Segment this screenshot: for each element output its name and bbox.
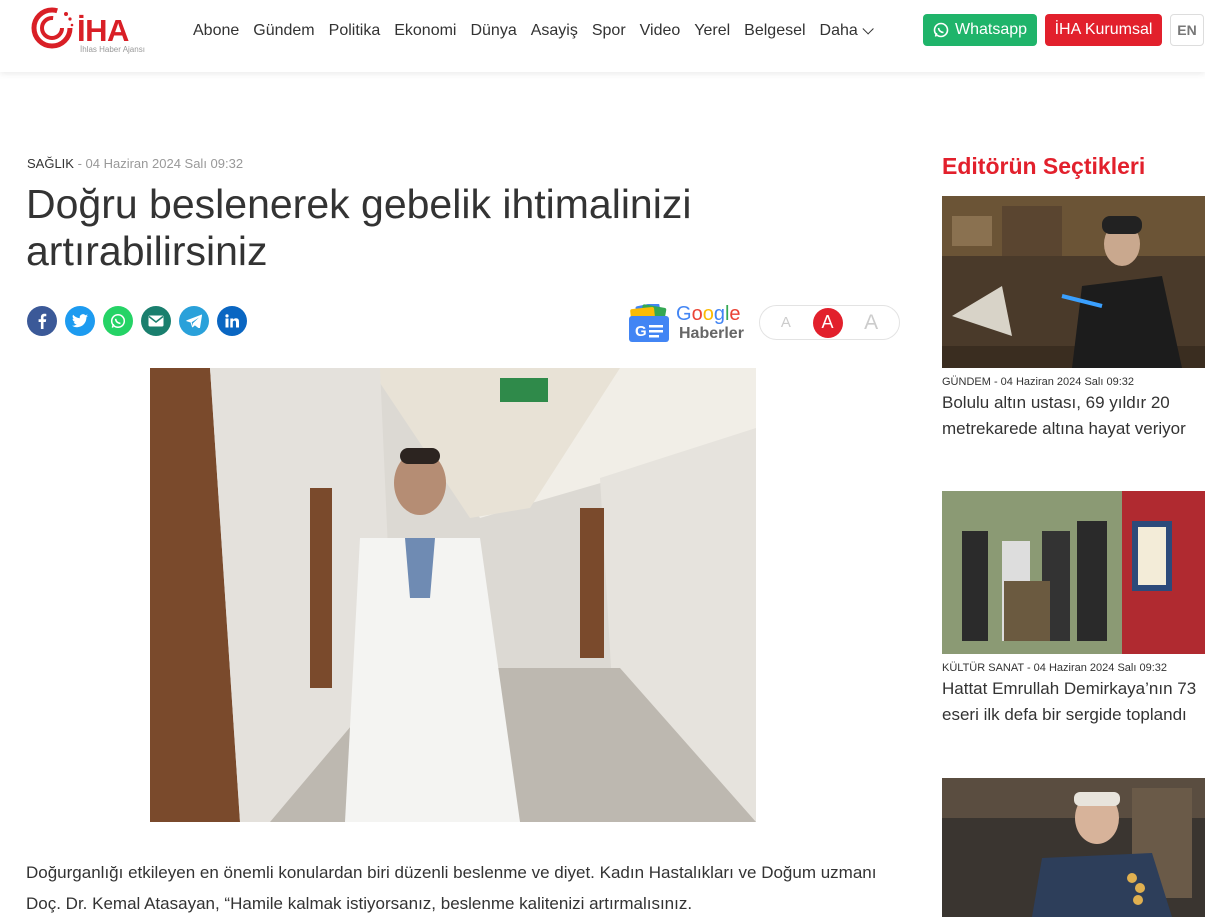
whatsapp-button[interactable]: Whatsapp (923, 14, 1037, 46)
share-bar (27, 306, 247, 336)
google-news-icon: G (629, 304, 669, 342)
linkedin-share-icon[interactable] (217, 306, 247, 336)
font-size-medium-button[interactable]: A (812, 307, 843, 338)
article-meta: SAĞLIK - 04 Haziran 2024 Salı 09:32 (27, 156, 243, 171)
chevron-down-icon (862, 23, 874, 35)
article-category[interactable]: SAĞLIK (27, 156, 74, 171)
whatsapp-label: Whatsapp (954, 21, 1028, 38)
editors-picks-title: Editörün Seçtikleri (942, 153, 1146, 179)
nav-asayis[interactable]: Asayiş (531, 21, 578, 41)
logo-text: İHA (77, 13, 129, 48)
article-photo-placeholder (150, 368, 756, 822)
font-size-small-button[interactable]: A (781, 314, 791, 331)
editors-pick-category: KÜLTÜR SANAT (942, 662, 1024, 674)
nav-abone[interactable]: Abone (193, 21, 239, 41)
font-size-control: A A A (759, 305, 900, 340)
nav-yerel[interactable]: Yerel (694, 21, 730, 41)
telegram-share-icon[interactable] (179, 306, 209, 336)
editors-pick-image (942, 491, 1205, 654)
editors-pick-card[interactable] (942, 778, 1205, 917)
nav-gundem[interactable]: Gündem (253, 21, 314, 41)
nav-politika[interactable]: Politika (329, 21, 381, 41)
language-button[interactable]: EN (1170, 14, 1204, 46)
editors-pick-meta: GÜNDEM - 04 Haziran 2024 Salı 09:32 (942, 376, 1205, 388)
editors-pick-card[interactable]: GÜNDEM - 04 Haziran 2024 Salı 09:32 Bolu… (942, 196, 1205, 442)
whatsapp-share-icon[interactable] (103, 306, 133, 336)
article-title: Doğru beslenerek gebelik ihtimalinizi ar… (26, 181, 692, 274)
site-header: İHA İhlas Haber Ajansı Abone Gündem Poli… (0, 0, 1205, 72)
editors-pick-image (942, 778, 1205, 917)
editors-pick-image (942, 196, 1205, 368)
email-share-icon[interactable] (141, 306, 171, 336)
article-date: - 04 Haziran 2024 Salı 09:32 (73, 156, 244, 171)
google-news-google: Google (676, 303, 741, 325)
nav-ekonomi[interactable]: Ekonomi (394, 21, 456, 41)
corporate-button[interactable]: İHA Kurumsal (1045, 14, 1162, 46)
svg-text:G: G (635, 323, 647, 340)
nav-video[interactable]: Video (640, 21, 681, 41)
editors-pick-card[interactable]: KÜLTÜR SANAT - 04 Haziran 2024 Salı 09:3… (942, 491, 1205, 728)
facebook-share-icon[interactable] (27, 306, 57, 336)
nav-more-label: Daha (819, 22, 858, 39)
font-size-large-button[interactable]: A (864, 311, 878, 335)
editors-pick-date: - 04 Haziran 2024 Salı 09:32 (990, 376, 1134, 388)
nav-dunya[interactable]: Dünya (470, 21, 516, 41)
nav-more-dropdown[interactable]: Daha (819, 21, 874, 41)
article-body: Doğurganlığı etkileyen en önemli konular… (26, 863, 877, 913)
main-nav: Abone Gündem Politika Ekonomi Dünya Asay… (193, 21, 884, 41)
iha-logo[interactable]: İHA İhlas Haber Ajansı (30, 6, 155, 56)
article-photo (150, 368, 756, 822)
twitter-share-icon[interactable] (65, 306, 95, 336)
logo-mark-icon (31, 7, 74, 49)
google-news-label: Haberler (679, 325, 744, 342)
logo-subtitle: İhlas Haber Ajansı (80, 45, 145, 54)
nav-belgesel[interactable]: Belgesel (744, 21, 805, 41)
editors-pick-title[interactable]: Bolulu altın ustası, 69 yıldır 20 metrek… (942, 390, 1205, 442)
editors-pick-category: GÜNDEM (942, 376, 991, 388)
nav-spor[interactable]: Spor (592, 21, 626, 41)
editors-pick-meta: KÜLTÜR SANAT - 04 Haziran 2024 Salı 09:3… (942, 662, 1205, 674)
editors-pick-title[interactable]: Hattat Emrullah Demirkaya’nın 73 eseri i… (942, 676, 1205, 728)
editors-pick-date: - 04 Haziran 2024 Salı 09:32 (1023, 662, 1167, 674)
whatsapp-icon (933, 22, 949, 38)
google-news-button[interactable]: G Google Haberler (627, 302, 747, 346)
